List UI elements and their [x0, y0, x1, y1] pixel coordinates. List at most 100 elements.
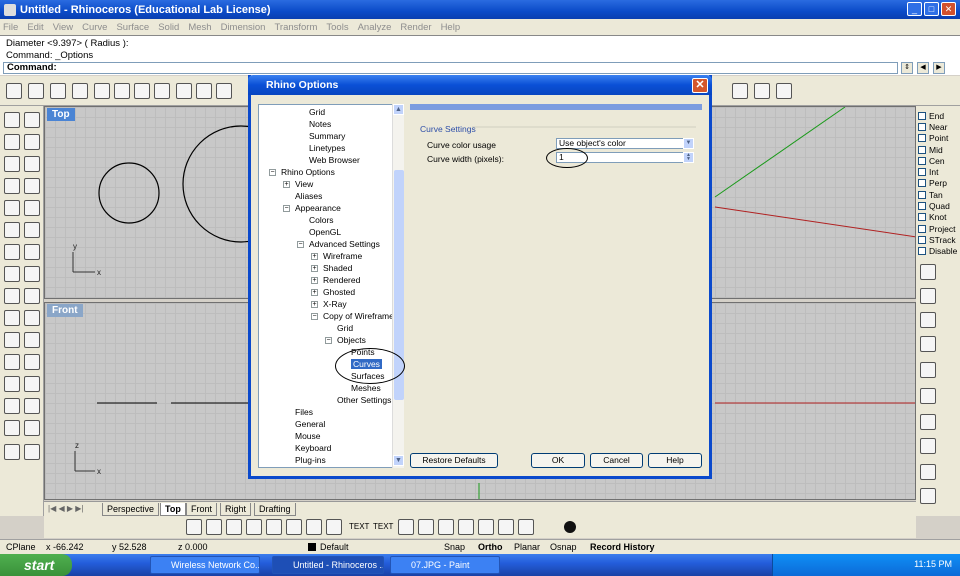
osnap-disable[interactable]: Disable	[918, 246, 960, 257]
dim-linear-icon[interactable]	[186, 519, 202, 535]
expand-icon[interactable]: +	[283, 181, 290, 188]
curve-tool-icon[interactable]	[920, 288, 936, 304]
tree-item-ghosted[interactable]: Ghosted	[323, 287, 355, 297]
undo-icon[interactable]	[176, 83, 192, 99]
expand-icon[interactable]: +	[311, 265, 318, 272]
cube-icon[interactable]	[518, 519, 534, 535]
paste-icon[interactable]	[154, 83, 170, 99]
osnap-near[interactable]: Near	[918, 121, 960, 132]
tree-item-aliases[interactable]: Aliases	[295, 191, 322, 201]
text-block-button[interactable]: TEXT	[373, 522, 393, 531]
menu-render[interactable]: Render	[400, 22, 431, 33]
edit-points-icon[interactable]	[732, 83, 748, 99]
menu-help[interactable]: Help	[441, 22, 461, 33]
tree-item-keyboard[interactable]: Keyboard	[295, 443, 331, 453]
tree-item-web-browser[interactable]: Web Browser	[309, 155, 360, 165]
tree-item-x-ray[interactable]: X-Ray	[323, 299, 347, 309]
tree-item-objects[interactable]: Objects	[337, 335, 366, 345]
start-button[interactable]: start	[0, 554, 72, 576]
tab-top[interactable]: Top	[160, 503, 186, 516]
tab-drafting[interactable]: Drafting	[254, 503, 296, 516]
copy-icon[interactable]	[134, 83, 150, 99]
render-icon[interactable]	[776, 83, 792, 99]
task-rhinoceros[interactable]: Untitled - Rhinoceros ...	[272, 556, 384, 574]
ball-icon[interactable]	[564, 521, 576, 533]
planar-toggle[interactable]: Planar	[514, 542, 540, 552]
expand-icon[interactable]: +	[311, 253, 318, 260]
close-button[interactable]: ✕	[941, 2, 956, 16]
tree-item-grid[interactable]: Grid	[337, 323, 353, 333]
osnap-mid[interactable]: Mid	[918, 144, 960, 155]
expand-icon[interactable]: +	[311, 277, 318, 284]
text-tool-button[interactable]: TEXT	[349, 522, 369, 531]
menu-view[interactable]: View	[53, 22, 73, 33]
ellipse-icon[interactable]	[24, 156, 40, 172]
osnap-quad[interactable]: Quad	[918, 200, 960, 211]
save-icon[interactable]	[50, 83, 66, 99]
tree-item-colors[interactable]: Colors	[309, 215, 334, 225]
arc-tool-icon[interactable]	[920, 312, 936, 328]
osnap-strack[interactable]: STrack	[918, 234, 960, 245]
tree-item-notes[interactable]: Notes	[309, 119, 331, 129]
paint-icon[interactable]	[920, 438, 936, 454]
tree-item-other-settings[interactable]: Other Settings	[337, 395, 391, 405]
menu-file[interactable]: File	[3, 22, 18, 33]
chevron-right-icon[interactable]: ▶	[933, 62, 945, 74]
freeform-icon[interactable]	[24, 200, 40, 216]
tree-item-linetypes[interactable]: Linetypes	[309, 143, 345, 153]
osnap-int[interactable]: Int	[918, 166, 960, 177]
polyline-icon[interactable]	[4, 134, 20, 150]
split-icon[interactable]	[24, 310, 40, 326]
dim-aligned-icon[interactable]	[206, 519, 222, 535]
tree-item-rendered[interactable]: Rendered	[323, 275, 360, 285]
viewport-title-front[interactable]: Front	[47, 304, 83, 317]
make2d-icon[interactable]	[498, 519, 514, 535]
surface-icon[interactable]	[4, 222, 20, 238]
polygon-icon[interactable]	[4, 200, 20, 216]
dim-diameter-icon[interactable]	[306, 519, 322, 535]
menu-solid[interactable]: Solid	[158, 22, 179, 33]
explode-icon[interactable]	[24, 332, 40, 348]
sphere-icon[interactable]	[24, 244, 40, 260]
offset-icon[interactable]	[920, 336, 936, 352]
tab-right[interactable]: Right	[220, 503, 252, 516]
cancel-button[interactable]: Cancel	[590, 453, 643, 468]
select-arrow-icon[interactable]	[4, 112, 20, 128]
dim-angle-icon[interactable]	[286, 519, 302, 535]
detail-icon[interactable]	[438, 519, 454, 535]
osnap-tan[interactable]: Tan	[918, 189, 960, 200]
pan-icon[interactable]	[196, 83, 212, 99]
viewport-title-top[interactable]: Top	[47, 108, 75, 121]
tab-perspective[interactable]: Perspective	[102, 503, 160, 516]
collapse-icon[interactable]: −	[297, 241, 304, 248]
menu-edit[interactable]: Edit	[27, 22, 43, 33]
help-button[interactable]: Help	[648, 453, 702, 468]
snap-toggle[interactable]: Snap	[444, 542, 465, 552]
tree-item-shaded[interactable]: Shaded	[323, 263, 352, 273]
tree-item-general[interactable]: General	[295, 419, 325, 429]
mesh-icon[interactable]	[24, 266, 40, 282]
scale-icon[interactable]	[24, 376, 40, 392]
tree-item-meshes[interactable]: Meshes	[351, 383, 381, 393]
solid-icon[interactable]	[920, 414, 936, 430]
circle-icon[interactable]	[4, 156, 20, 172]
camera-icon[interactable]	[920, 488, 936, 504]
tree-item-opengl[interactable]: OpenGL	[309, 227, 341, 237]
ok-button[interactable]: OK	[531, 453, 585, 468]
dialog-close-button[interactable]: ✕	[692, 78, 708, 93]
open-file-icon[interactable]	[28, 83, 44, 99]
tree-item-view[interactable]: View	[295, 179, 313, 189]
light-icon[interactable]	[754, 83, 770, 99]
point-icon[interactable]	[24, 112, 40, 128]
dim-radius-icon[interactable]	[266, 519, 282, 535]
hatch-icon[interactable]	[458, 519, 474, 535]
rectangle-icon[interactable]	[24, 178, 40, 194]
menu-curve[interactable]: Curve	[82, 22, 107, 33]
cut-icon[interactable]	[114, 83, 130, 99]
tab-nav-arrows-icon[interactable]: |◀ ◀ ▶ ▶|	[48, 504, 83, 513]
rebuild-icon[interactable]	[920, 388, 936, 404]
osnap-end[interactable]: End	[918, 110, 960, 121]
osnap-point[interactable]: Point	[918, 133, 960, 144]
print-icon[interactable]	[72, 83, 88, 99]
tree-item-files[interactable]: Files	[295, 407, 313, 417]
